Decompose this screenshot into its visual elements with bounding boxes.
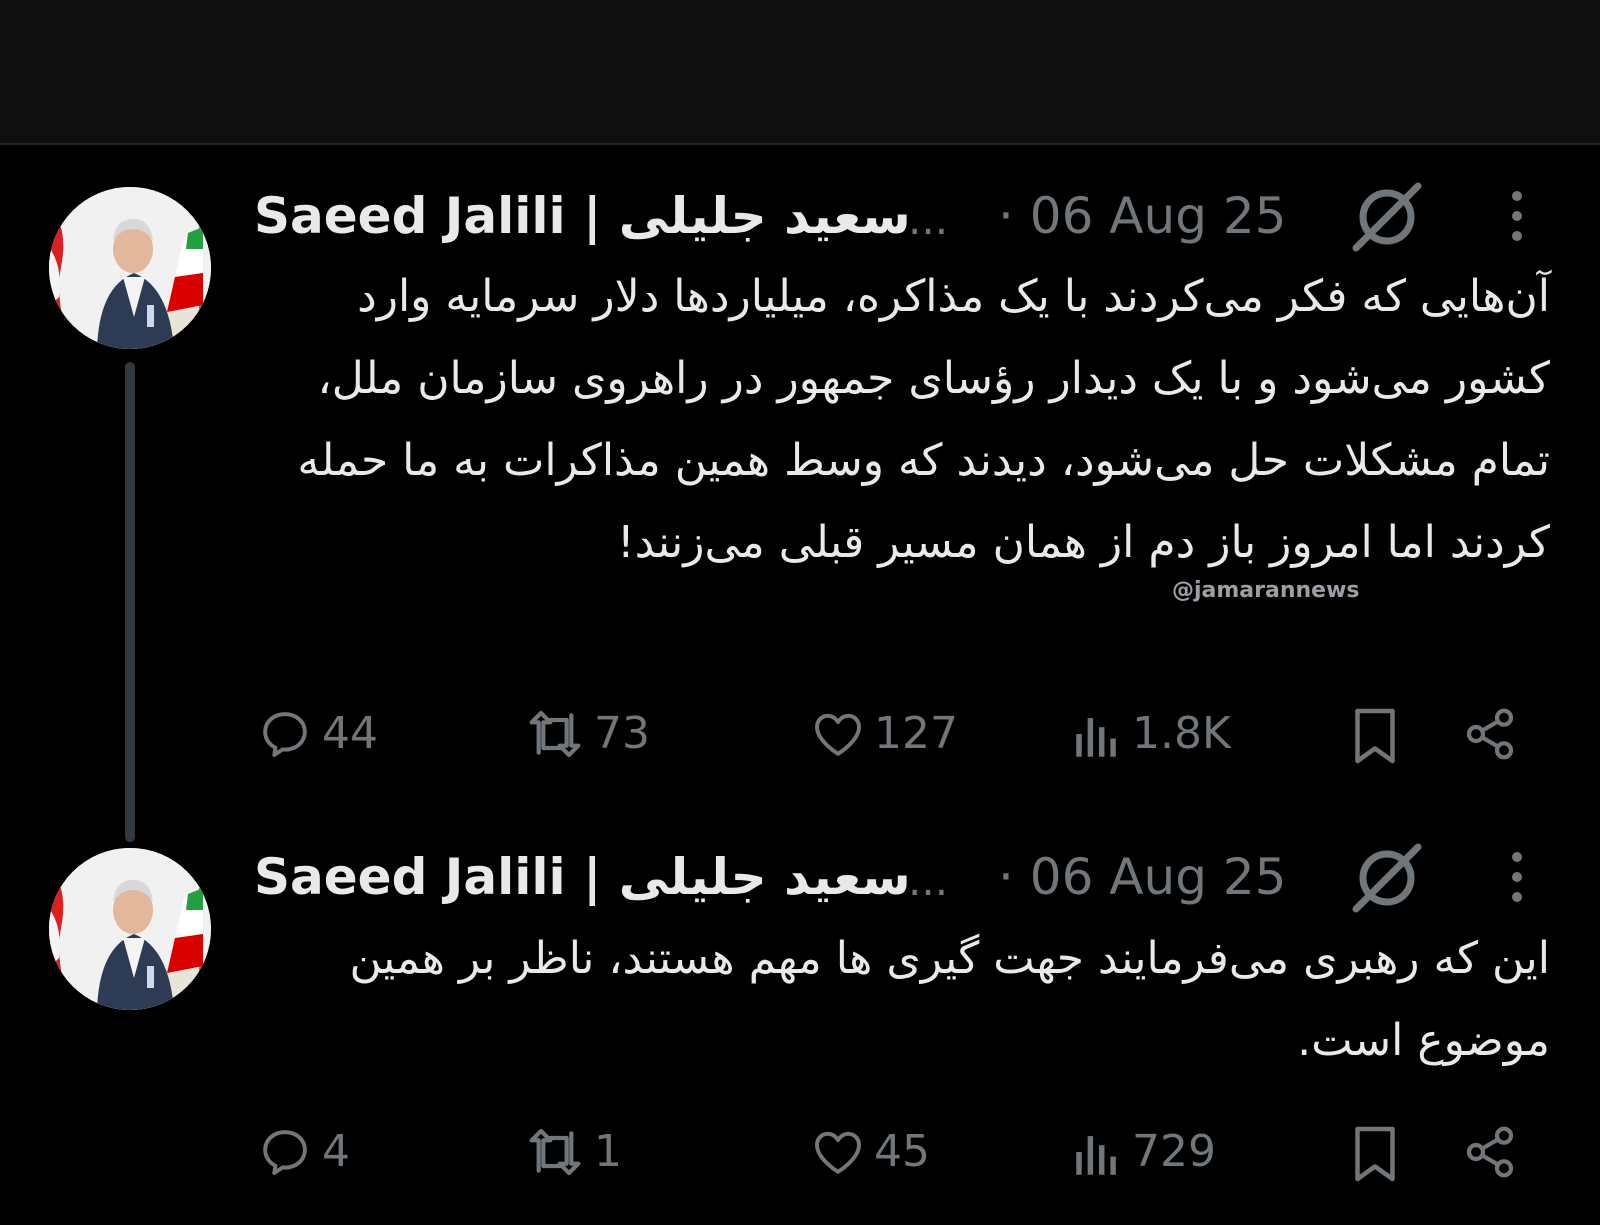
repost-icon xyxy=(529,710,581,758)
like-icon xyxy=(815,1131,861,1174)
repost-button[interactable]: 1 xyxy=(524,1124,622,1180)
repost-icon xyxy=(529,1128,581,1176)
tweet-text: آن‌هایی که فکر می‌کردند با یک مذاکره، می… xyxy=(297,271,1550,568)
avatar[interactable] xyxy=(49,187,211,349)
tweet-date[interactable]: · 06 Aug 25 xyxy=(998,186,1286,246)
bookmark-icon[interactable] xyxy=(1350,706,1400,766)
grok-icon[interactable] xyxy=(1350,180,1424,254)
name-truncation: ... xyxy=(908,856,949,905)
watermark: @jamarannews xyxy=(1172,578,1360,603)
reply-count: 4 xyxy=(322,1126,350,1177)
avatar[interactable] xyxy=(49,848,211,1010)
reply-button[interactable]: 4 xyxy=(256,1124,350,1180)
grok-icon[interactable] xyxy=(1350,841,1424,915)
author-name[interactable]: Saeed Jalili | سعید جلیلی xyxy=(254,847,911,907)
like-button[interactable]: 127 xyxy=(810,706,958,762)
like-icon xyxy=(815,713,861,756)
reply-icon xyxy=(263,712,307,757)
more-icon[interactable] xyxy=(1505,186,1529,246)
view-count: 729 xyxy=(1132,1126,1216,1177)
repost-count: 1 xyxy=(594,1126,622,1177)
like-button[interactable]: 45 xyxy=(810,1124,930,1180)
reply-icon xyxy=(263,1130,307,1175)
views-icon xyxy=(1076,718,1116,757)
bookmark-icon[interactable] xyxy=(1350,1124,1400,1184)
like-count: 45 xyxy=(874,1126,930,1177)
repost-button[interactable]: 73 xyxy=(524,706,650,762)
top-bar xyxy=(0,0,1600,145)
like-count: 127 xyxy=(874,708,958,759)
reply-count: 44 xyxy=(322,708,378,759)
views-button[interactable]: 729 xyxy=(1074,1124,1216,1180)
view-count: 1.8K xyxy=(1132,708,1231,759)
screen: Saeed Jalili | سعید جلیلی ... · 06 Aug 2… xyxy=(0,0,1600,1225)
repost-count: 73 xyxy=(594,708,650,759)
share-icon[interactable] xyxy=(1462,1124,1518,1180)
share-icon[interactable] xyxy=(1462,706,1518,762)
name-truncation: ... xyxy=(908,195,949,244)
tweet-date[interactable]: · 06 Aug 25 xyxy=(998,847,1286,907)
reply-button[interactable]: 44 xyxy=(256,706,378,762)
views-icon xyxy=(1076,1136,1116,1175)
author-name[interactable]: Saeed Jalili | سعید جلیلی xyxy=(254,186,911,246)
more-icon[interactable] xyxy=(1505,847,1529,907)
views-button[interactable]: 1.8K xyxy=(1074,706,1231,762)
tweet-text: این که رهبری می‌فرمایند جهت گیری ها مهم … xyxy=(349,933,1550,1066)
thread-connector-line xyxy=(125,362,135,842)
